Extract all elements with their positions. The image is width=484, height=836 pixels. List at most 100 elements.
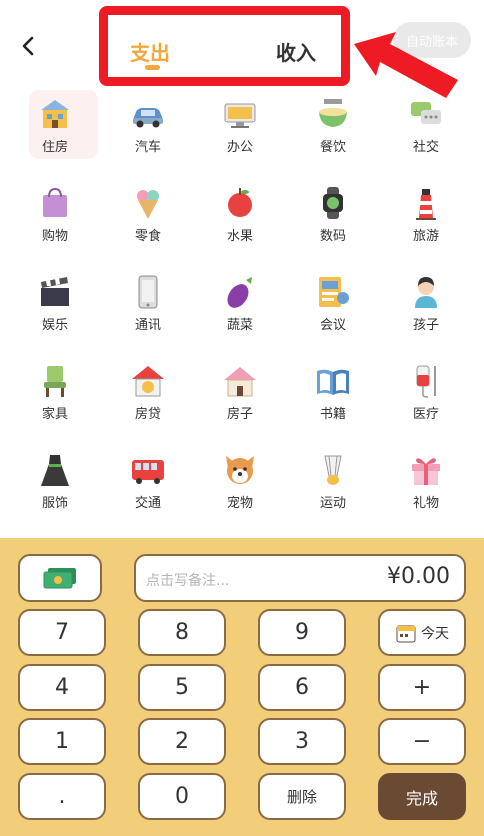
iv-drip-icon	[416, 365, 436, 398]
active-tab-indicator	[145, 65, 160, 70]
category-label: 医疗	[412, 407, 439, 422]
house-icon	[41, 100, 69, 128]
key-5[interactable]: 5	[138, 664, 226, 711]
category-item-sports[interactable]: 运动	[287, 442, 379, 522]
money-icon	[43, 568, 76, 589]
category-item-children[interactable]: 孩子	[380, 264, 472, 344]
apple-icon	[228, 188, 252, 217]
dress-icon	[41, 455, 69, 486]
plus-button[interactable]: +	[378, 664, 466, 711]
category-label: 宠物	[226, 496, 253, 511]
back-arrow-icon	[22, 36, 34, 56]
category-item-medical[interactable]: 医疗	[380, 353, 472, 433]
calendar-icon	[396, 625, 416, 642]
key-7[interactable]: 7	[18, 609, 106, 656]
category-item-transport[interactable]: 交通	[102, 442, 194, 522]
category-item-travel[interactable]: 旅游	[380, 175, 472, 255]
category-label: 礼物	[412, 496, 439, 511]
eggplant-icon	[227, 277, 252, 308]
category-label: 运动	[319, 496, 346, 511]
category-label: 通讯	[134, 318, 161, 333]
key-8[interactable]: 8	[138, 609, 226, 656]
category-item-pets[interactable]: 宠物	[194, 442, 286, 522]
minus-button[interactable]: −	[378, 718, 466, 765]
category-label: 蔬菜	[226, 318, 253, 333]
date-button[interactable]: 今天	[378, 609, 466, 656]
category-item-digital[interactable]: 数码	[287, 175, 379, 255]
key-2[interactable]: 2	[138, 718, 226, 765]
gift-icon	[412, 458, 440, 485]
key-3[interactable]: 3	[258, 718, 346, 765]
category-label: 住房	[41, 140, 68, 155]
key-6[interactable]: 6	[258, 664, 346, 711]
key-decimal[interactable]: .	[18, 773, 106, 820]
category-label: 家具	[41, 407, 68, 422]
memo-placeholder: 点击写备注...	[146, 573, 230, 589]
category-label: 零食	[134, 229, 161, 244]
category-label: 办公	[226, 140, 253, 155]
category-item-housing[interactable]: 住房	[9, 86, 101, 166]
chair-icon	[44, 366, 66, 397]
category-item-clothing[interactable]: 服饰	[9, 442, 101, 522]
category-label: 娱乐	[41, 318, 68, 333]
tab-expense[interactable]: 支出	[130, 37, 170, 66]
mortgage-house-icon	[132, 366, 164, 397]
category-item-office[interactable]: 办公	[194, 86, 286, 166]
category-item-vegetables[interactable]: 蔬菜	[194, 264, 286, 344]
category-item-mortgage[interactable]: 房贷	[102, 353, 194, 433]
category-label: 服饰	[41, 496, 68, 511]
keypad-panel: 点击写备注... ¥0.00 7 8 9 今天 4 5 6 + 1 2 3 − …	[0, 538, 484, 836]
key-9[interactable]: 9	[258, 609, 346, 656]
smartwatch-icon	[323, 187, 343, 219]
back-button[interactable]	[14, 30, 42, 62]
chat-bubbles-icon	[411, 102, 441, 124]
category-item-house[interactable]: 房子	[194, 353, 286, 433]
category-label: 餐饮	[319, 140, 346, 155]
key-0[interactable]: 0	[138, 773, 226, 820]
category-label: 房子	[226, 407, 253, 422]
bus-icon	[132, 460, 164, 484]
category-label: 会议	[319, 318, 346, 333]
ice-cream-icon	[137, 190, 159, 219]
category-label: 孩子	[412, 318, 439, 333]
shopping-bag-icon	[43, 187, 67, 217]
delete-button[interactable]: 删除	[258, 773, 346, 820]
home-icon	[224, 367, 256, 397]
tab-income[interactable]: 收入	[276, 37, 316, 66]
category-item-snacks[interactable]: 零食	[102, 175, 194, 255]
key-4[interactable]: 4	[18, 664, 106, 711]
category-item-fruit[interactable]: 水果	[194, 175, 286, 255]
category-label: 数码	[319, 229, 346, 244]
header: 支出 收入 自动账本	[0, 0, 484, 98]
tab-switcher: 支出 收入	[99, 6, 350, 86]
category-item-entertainment[interactable]: 娱乐	[9, 264, 101, 344]
category-item-dining[interactable]: 餐饮	[287, 86, 379, 166]
done-button[interactable]: 完成	[378, 773, 466, 820]
category-label: 水果	[226, 229, 253, 244]
category-label: 旅游	[412, 229, 439, 244]
car-icon	[133, 108, 163, 128]
dog-icon	[226, 456, 254, 484]
category-item-social[interactable]: 社交	[380, 86, 472, 166]
category-label: 书籍	[319, 407, 346, 422]
category-item-gifts[interactable]: 礼物	[380, 442, 472, 522]
category-item-meeting[interactable]: 会议	[287, 264, 379, 344]
book-icon	[317, 369, 349, 395]
key-1[interactable]: 1	[18, 718, 106, 765]
category-item-books[interactable]: 书籍	[287, 353, 379, 433]
category-item-furniture[interactable]: 家具	[9, 353, 101, 433]
category-label: 汽车	[134, 140, 161, 155]
category-label: 社交	[412, 140, 439, 155]
lighthouse-icon	[416, 189, 436, 220]
clapperboard-icon	[41, 277, 69, 306]
meeting-icon	[319, 277, 349, 307]
category-item-telecom[interactable]: 通讯	[102, 264, 194, 344]
noodle-bowl-icon	[319, 99, 347, 127]
payment-method-button[interactable]	[18, 554, 102, 602]
category-label: 交通	[134, 496, 161, 511]
memo-field[interactable]: 点击写备注... ¥0.00	[134, 554, 466, 602]
category-label: 购物	[41, 229, 68, 244]
category-item-shopping[interactable]: 购物	[9, 175, 101, 255]
computer-icon	[224, 103, 256, 128]
category-item-car[interactable]: 汽车	[102, 86, 194, 166]
